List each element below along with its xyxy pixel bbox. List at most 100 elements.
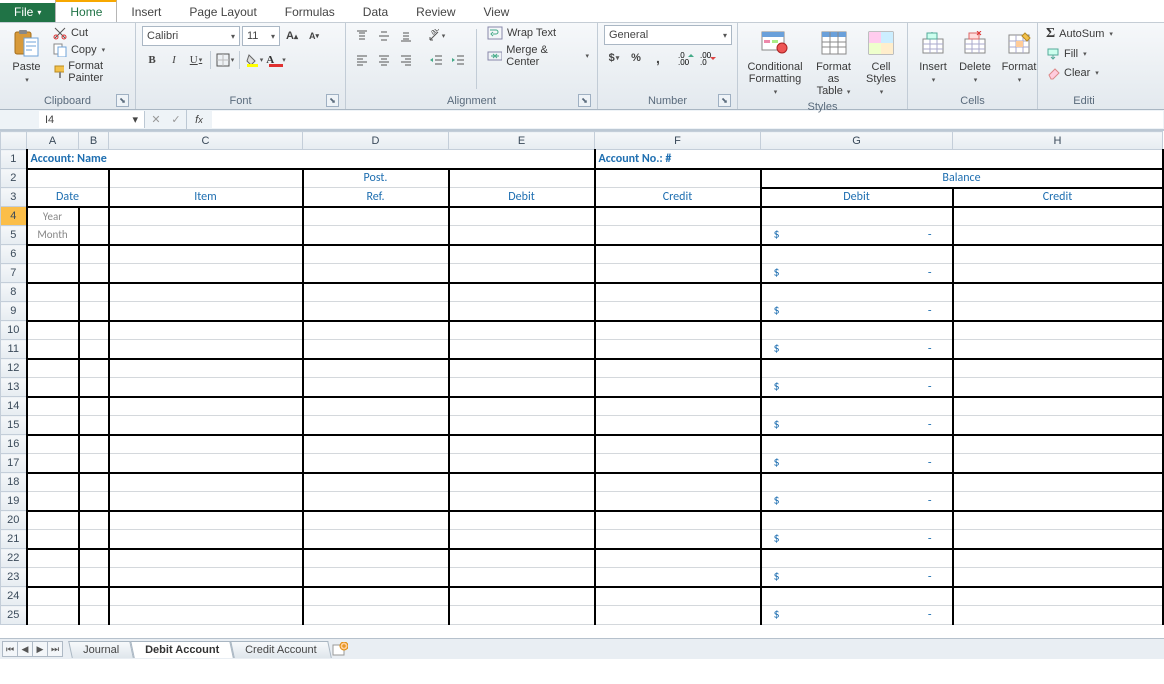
cell[interactable] bbox=[109, 340, 303, 359]
cell[interactable] bbox=[109, 530, 303, 549]
cell[interactable] bbox=[953, 568, 1163, 587]
delete-cells-button[interactable]: Delete▾ bbox=[956, 25, 994, 93]
cell[interactable] bbox=[595, 530, 761, 549]
cell[interactable] bbox=[79, 245, 109, 264]
wrap-text-button[interactable]: Wrap Text bbox=[485, 25, 591, 41]
decrease-decimal-button[interactable]: .00.0 bbox=[698, 48, 718, 68]
cell[interactable] bbox=[953, 378, 1163, 397]
cell[interactable] bbox=[303, 340, 449, 359]
cell[interactable]: Debit bbox=[761, 188, 953, 207]
cell[interactable] bbox=[303, 416, 449, 435]
cell[interactable] bbox=[79, 321, 109, 340]
row-header[interactable]: 16 bbox=[1, 435, 27, 454]
cell[interactable]: $ bbox=[761, 226, 953, 245]
cell[interactable] bbox=[595, 264, 761, 283]
sheet-nav-next-button[interactable]: ▶ bbox=[32, 641, 48, 657]
cell[interactable] bbox=[109, 549, 303, 568]
row-header[interactable]: 21 bbox=[1, 530, 27, 549]
cell[interactable] bbox=[109, 169, 303, 188]
cell[interactable]: Credit bbox=[953, 188, 1163, 207]
row-header[interactable]: 25 bbox=[1, 606, 27, 625]
row-header[interactable]: 5 bbox=[1, 226, 27, 245]
cell[interactable]: $ bbox=[761, 416, 953, 435]
cell[interactable]: $ bbox=[761, 492, 953, 511]
cell-styles-button[interactable]: CellStyles ▾ bbox=[861, 25, 901, 99]
cell[interactable] bbox=[27, 511, 79, 530]
cell[interactable] bbox=[109, 378, 303, 397]
cell[interactable]: $ bbox=[761, 302, 953, 321]
align-bottom-button[interactable] bbox=[396, 26, 416, 46]
cell[interactable] bbox=[595, 302, 761, 321]
tab-pagelayout[interactable]: Page Layout bbox=[175, 2, 270, 22]
cell[interactable] bbox=[449, 568, 595, 587]
cell[interactable] bbox=[79, 397, 109, 416]
cell[interactable] bbox=[79, 378, 109, 397]
cell[interactable] bbox=[761, 245, 953, 264]
cell[interactable] bbox=[303, 378, 449, 397]
dialog-launcher-icon[interactable]: ⬊ bbox=[116, 94, 129, 107]
cell[interactable] bbox=[953, 283, 1163, 302]
cell[interactable] bbox=[27, 340, 79, 359]
tab-data[interactable]: Data bbox=[349, 2, 402, 22]
cell[interactable] bbox=[79, 302, 109, 321]
cell[interactable] bbox=[27, 549, 79, 568]
increase-decimal-button[interactable]: .0.00 bbox=[676, 48, 696, 68]
row-header[interactable]: 13 bbox=[1, 378, 27, 397]
cell[interactable] bbox=[109, 587, 303, 606]
cell[interactable] bbox=[953, 530, 1163, 549]
cell[interactable]: Item bbox=[109, 188, 303, 207]
insert-cells-button[interactable]: Insert▾ bbox=[914, 25, 952, 93]
col-header[interactable]: D bbox=[303, 132, 449, 150]
name-box[interactable]: I4▾ bbox=[39, 111, 145, 128]
row-header[interactable]: 17 bbox=[1, 454, 27, 473]
cell[interactable] bbox=[303, 283, 449, 302]
sheet-tab-credit-account[interactable]: Credit Account bbox=[230, 641, 331, 658]
sheet-tab-journal[interactable]: Journal bbox=[68, 641, 134, 658]
cell[interactable] bbox=[761, 359, 953, 378]
conditional-formatting-button[interactable]: ConditionalFormatting ▾ bbox=[744, 25, 806, 99]
cell[interactable] bbox=[953, 226, 1163, 245]
font-size-select[interactable]: 11▾ bbox=[242, 26, 280, 46]
cell[interactable] bbox=[303, 606, 449, 625]
cell[interactable] bbox=[761, 321, 953, 340]
cell[interactable] bbox=[595, 207, 761, 226]
cell[interactable]: Month bbox=[27, 226, 79, 245]
cell[interactable]: Year bbox=[27, 207, 79, 226]
cell[interactable] bbox=[953, 606, 1163, 625]
select-all-button[interactable] bbox=[1, 132, 27, 150]
col-header[interactable]: C bbox=[109, 132, 303, 150]
sheet-nav-prev-button[interactable]: ◀ bbox=[17, 641, 33, 657]
cell[interactable] bbox=[27, 587, 79, 606]
cell[interactable]: $ bbox=[761, 378, 953, 397]
cell[interactable]: Ref. bbox=[303, 188, 449, 207]
cell[interactable] bbox=[953, 435, 1163, 454]
tab-formulas[interactable]: Formulas bbox=[271, 2, 349, 22]
cell[interactable] bbox=[27, 264, 79, 283]
cell[interactable] bbox=[449, 606, 595, 625]
cell[interactable] bbox=[595, 454, 761, 473]
row-header[interactable]: 20 bbox=[1, 511, 27, 530]
cell[interactable] bbox=[27, 416, 79, 435]
cell[interactable] bbox=[953, 492, 1163, 511]
cell[interactable] bbox=[761, 397, 953, 416]
cell[interactable] bbox=[27, 169, 109, 188]
tab-insert[interactable]: Insert bbox=[117, 2, 175, 22]
cell[interactable] bbox=[449, 245, 595, 264]
cell[interactable] bbox=[79, 549, 109, 568]
cell[interactable] bbox=[27, 568, 79, 587]
cell[interactable] bbox=[303, 207, 449, 226]
cell[interactable]: $ bbox=[761, 530, 953, 549]
cell[interactable] bbox=[761, 473, 953, 492]
cell[interactable]: Credit bbox=[595, 188, 761, 207]
cell[interactable] bbox=[79, 359, 109, 378]
grow-font-button[interactable]: A▴ bbox=[282, 26, 302, 46]
cell[interactable]: Account No.: # bbox=[595, 150, 1163, 169]
cell[interactable] bbox=[109, 606, 303, 625]
cell[interactable] bbox=[303, 264, 449, 283]
cell[interactable] bbox=[449, 530, 595, 549]
col-header[interactable]: A bbox=[27, 132, 79, 150]
cell[interactable] bbox=[953, 511, 1163, 530]
bold-button[interactable]: B bbox=[142, 50, 162, 70]
cell[interactable] bbox=[449, 587, 595, 606]
increase-indent-button[interactable] bbox=[448, 50, 468, 70]
